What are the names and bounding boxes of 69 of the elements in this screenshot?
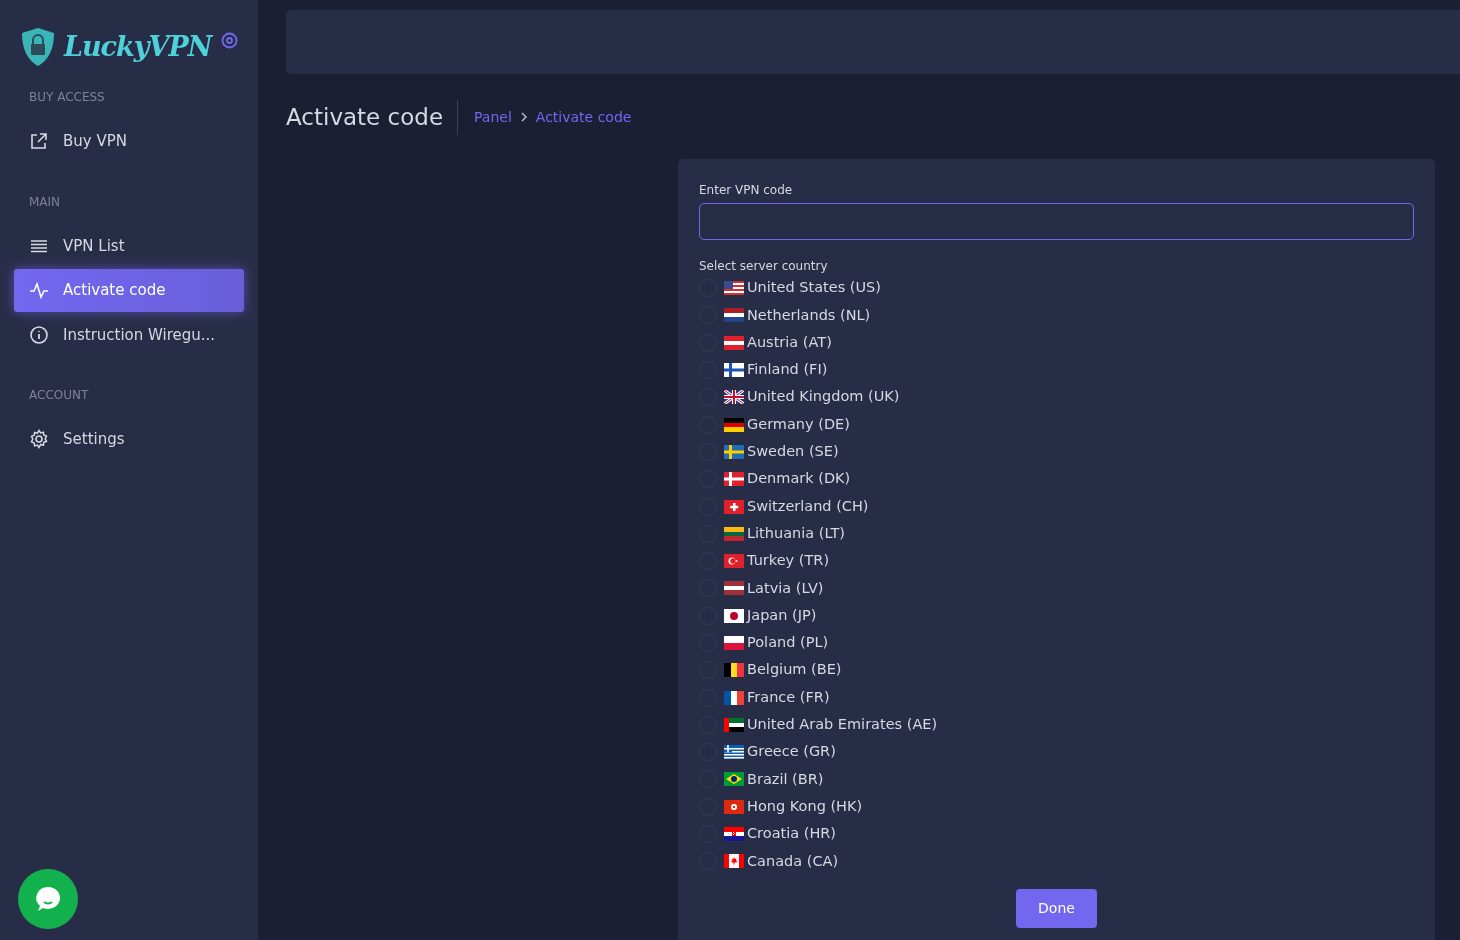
flag-icon (724, 772, 744, 787)
flag-icon (724, 608, 744, 623)
country-label: Lithuania (LT) (747, 523, 846, 543)
country-label: Finland (FI) (747, 360, 828, 380)
country-label: Austria (AT) (747, 332, 832, 352)
country-label: Brazil (BR) (747, 769, 824, 789)
chat-icon (33, 884, 63, 914)
country-label: Denmark (DK) (747, 469, 851, 489)
flag-icon (724, 827, 744, 842)
sidebar-item[interactable]: Activate code (14, 269, 244, 312)
country-label: United States (US) (747, 278, 881, 298)
flag-icon (724, 799, 744, 814)
flag-icon (724, 554, 744, 569)
flag-icon (724, 745, 744, 760)
sidebar-item[interactable]: VPN List (14, 224, 244, 267)
country-label: Belgium (BE) (747, 660, 842, 680)
flag-icon (724, 417, 744, 432)
settings-icon (29, 429, 49, 450)
country-label: Canada (CA) (747, 851, 839, 871)
flag-icon (724, 335, 744, 350)
external-link-icon (29, 131, 49, 152)
chat-button[interactable] (18, 869, 78, 929)
flag-icon (724, 717, 744, 732)
country-label: Netherlands (NL) (747, 305, 871, 325)
section-heading: ACCOUNT (28, 387, 90, 404)
section-heading: BUY ACCESS (28, 89, 106, 106)
flag-icon (724, 581, 744, 596)
flag-icon (724, 854, 744, 869)
flag-icon (724, 363, 744, 378)
sidebar-item[interactable]: Instruction Wiregu... (14, 313, 244, 356)
code-input-field[interactable] (699, 202, 1414, 240)
country-label: Sweden (SE) (747, 442, 839, 462)
flag-icon (724, 636, 744, 650)
page-title: Activate code (286, 100, 459, 135)
country-label: United Arab Emirates (AE) (747, 715, 938, 734)
country-label: Greece (GR) (747, 742, 836, 762)
chevron-icon (519, 112, 528, 123)
sidebar-item[interactable]: Settings (14, 418, 244, 461)
field-label: Enter VPN code (699, 181, 794, 199)
logo-text: LuckyVPN (64, 29, 212, 64)
country-label: Croatia (HR) (747, 824, 837, 844)
sidebar-item[interactable]: Buy VPN (14, 120, 244, 163)
target-icon[interactable] (221, 31, 238, 49)
country-label: Hong Kong (HK) (747, 796, 863, 816)
country-label: France (FR) (747, 687, 830, 707)
breadcrumb-link[interactable]: Activate code (535, 106, 632, 128)
country-label: Poland (PL) (747, 633, 829, 653)
flag-icon (724, 663, 744, 678)
flag-icon (724, 690, 744, 705)
pulse-icon (29, 280, 49, 301)
country-label: Turkey (TR) (747, 551, 830, 571)
flag-icon (724, 526, 744, 541)
done-button[interactable]: Done (1016, 889, 1097, 929)
country-label: Germany (DE) (747, 414, 850, 434)
flag-icon (724, 472, 744, 487)
flag-icon (724, 308, 744, 323)
field-label: Select server country (699, 257, 829, 275)
flag-icon (724, 499, 744, 514)
flag-icon (724, 444, 744, 459)
info-icon (29, 324, 49, 345)
flag-icon (724, 281, 744, 296)
section-heading: MAIN (28, 193, 62, 211)
country-label: Latvia (LV) (747, 578, 824, 598)
country-label: Switzerland (CH) (747, 496, 869, 516)
shield-logo-icon (20, 27, 56, 67)
country-label: United Kingdom (UK) (747, 387, 900, 407)
flag-icon (724, 390, 744, 405)
breadcrumb-link[interactable]: Panel (474, 106, 512, 128)
country-label: Japan (JP) (747, 605, 817, 625)
